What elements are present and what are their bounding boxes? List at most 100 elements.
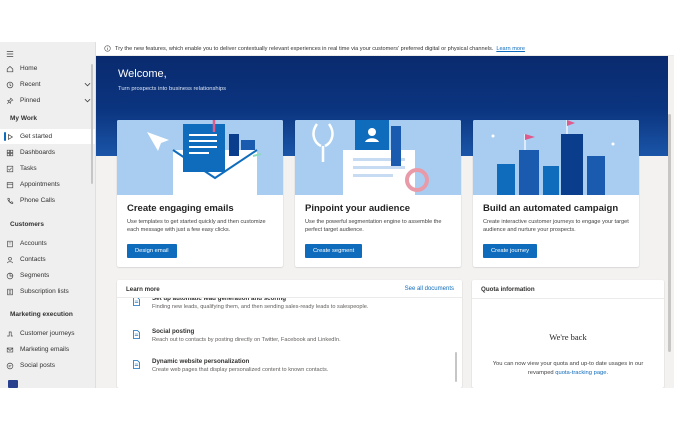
sidebar-item-social-posts[interactable]: Social posts — [0, 358, 95, 373]
item-title: Dynamic website personalization — [152, 358, 250, 365]
sidebar-item-phone-calls[interactable]: Phone Calls — [0, 193, 95, 208]
design-email-button[interactable]: Design email — [127, 244, 177, 258]
card-title: Create engaging emails — [127, 203, 234, 214]
card-pinpoint-audience: Pinpoint your audience Use the powerful … — [295, 120, 461, 267]
play-icon — [0, 133, 20, 141]
card-description: Create interactive customer journeys to … — [483, 219, 629, 233]
item-description: Finding new leads, qualifying them, and … — [152, 304, 369, 310]
quota-message-period: . — [606, 369, 609, 376]
person-icon — [0, 256, 20, 264]
info-icon — [104, 45, 111, 52]
document-icon — [133, 297, 140, 306]
sidebar-item-contacts[interactable]: Contacts — [0, 252, 95, 267]
list-item[interactable]: Dynamic website personalization Create w… — [133, 358, 453, 378]
welcome-subtitle: Turn prospects into business relationshi… — [118, 86, 227, 92]
app-window: Home Recent Pinned My Work Get started D… — [0, 42, 674, 388]
card-description: Use templates to get started quickly and… — [127, 219, 266, 233]
sidebar-item-label: Get started — [20, 133, 53, 140]
sidebar-item-label: Pinned — [20, 97, 41, 104]
sidebar-item-label: Appointments — [20, 181, 60, 188]
section-header-marketing-execution: Marketing execution — [10, 311, 73, 318]
sidebar-item-label: Phone Calls — [20, 197, 56, 204]
learn-more-scrollbar[interactable] — [455, 352, 457, 382]
list-icon — [0, 288, 20, 296]
list-item[interactable]: Set up automatic lead generation and sco… — [133, 295, 453, 315]
chevron-down-icon[interactable] — [78, 98, 95, 103]
section-header-customers: Customers — [10, 221, 44, 228]
learn-more-title: Learn more — [126, 286, 160, 293]
sidebar-item-tasks[interactable]: Tasks — [0, 161, 95, 176]
sidebar-item-label: Tasks — [20, 165, 37, 172]
sidebar-item-label: Recent — [20, 81, 41, 88]
journey-icon — [0, 330, 20, 338]
sidebar-item-label: Subscription lists — [20, 288, 69, 295]
sidebar-item-pinned[interactable]: Pinned — [0, 93, 95, 108]
sidebar-item-label: Contacts — [20, 256, 46, 263]
sidebar-item-appointments[interactable]: Appointments — [0, 177, 95, 192]
document-icon — [133, 330, 140, 339]
create-segment-button[interactable]: Create segment — [305, 244, 363, 258]
hamburger-menu[interactable] — [0, 46, 95, 61]
dashboard-icon — [0, 149, 20, 157]
chevron-down-icon[interactable] — [78, 82, 95, 87]
banner-text: Try the new features, which enable you t… — [115, 45, 494, 52]
quota-panel: Quota information We're back You can now… — [472, 280, 664, 388]
card-title: Build an automated campaign — [483, 203, 619, 214]
home-icon — [0, 65, 20, 73]
item-title: Social posting — [152, 328, 195, 335]
campaign-illustration — [473, 120, 639, 195]
divider — [472, 298, 664, 299]
segment-illustration — [295, 120, 461, 195]
mail-icon — [0, 346, 20, 354]
welcome-title: Welcome, — [118, 68, 167, 80]
card-title: Pinpoint your audience — [305, 203, 411, 214]
item-description: Create web pages that display personaliz… — [152, 367, 329, 373]
card-automated-campaign: Build an automated campaign Create inter… — [473, 120, 639, 267]
social-icon — [0, 362, 20, 370]
learn-more-header: Learn more See all documents — [117, 280, 462, 298]
quota-tracking-link[interactable]: quota-tracking page — [555, 370, 606, 376]
quota-title: Quota information — [481, 286, 535, 293]
sidebar-item-marketing-emails[interactable]: Marketing emails — [0, 342, 95, 357]
feature-banner: Try the new features, which enable you t… — [96, 42, 674, 56]
create-journey-button[interactable]: Create journey — [483, 244, 538, 258]
quota-headline: We're back — [549, 332, 587, 342]
sidebar-scrollbar[interactable] — [91, 64, 93, 184]
task-icon — [0, 165, 20, 173]
building-icon — [0, 240, 20, 248]
segment-icon — [0, 272, 20, 280]
calendar-icon — [0, 181, 20, 189]
sidebar-item-label: Segments — [20, 272, 50, 279]
sidebar-item-home[interactable]: Home — [0, 61, 95, 76]
sidebar-item-label: Marketing emails — [20, 346, 70, 353]
learn-more-link[interactable]: Learn more — [496, 46, 525, 52]
section-header-my-work: My Work — [10, 115, 37, 122]
hamburger-icon — [0, 50, 20, 58]
phone-icon — [0, 197, 20, 205]
card-description: Use the powerful segmentation engine to … — [305, 219, 442, 233]
sidebar-item-label: Accounts — [20, 240, 47, 247]
sidebar-item-label: Home — [20, 65, 38, 72]
email-illustration — [117, 120, 283, 195]
sidebar-item-customer-journeys[interactable]: Customer journeys — [0, 326, 95, 341]
pin-icon — [0, 97, 20, 105]
area-switcher-avatar[interactable] — [8, 380, 18, 388]
quota-message: You can now view your quota and up-to da… — [486, 360, 650, 377]
sidebar-item-label: Social posts — [20, 362, 56, 369]
sidebar-item-get-started[interactable]: Get started — [0, 129, 95, 144]
sidebar-item-subscription-lists[interactable]: Subscription lists — [0, 284, 95, 299]
card-create-emails: Create engaging emails Use templates to … — [117, 120, 283, 267]
sidebar-item-segments[interactable]: Segments — [0, 268, 95, 283]
sidebar-item-accounts[interactable]: Accounts — [0, 236, 95, 251]
main-scrollbar[interactable] — [668, 114, 671, 352]
sidebar-item-label: Dashboards — [20, 149, 56, 156]
clock-icon — [0, 81, 20, 89]
learn-more-panel: Learn more See all documents Set up auto… — [117, 280, 462, 388]
list-item[interactable]: Social posting Reach out to contacts by … — [133, 328, 453, 348]
see-all-documents-link[interactable]: See all documents — [405, 286, 454, 292]
sidebar-item-recent[interactable]: Recent — [0, 77, 95, 92]
sidebar-item-dashboards[interactable]: Dashboards — [0, 145, 95, 160]
item-description: Reach out to contacts by posting directl… — [152, 337, 341, 343]
document-icon — [133, 360, 140, 369]
sidebar-item-label: Customer journeys — [20, 330, 75, 337]
